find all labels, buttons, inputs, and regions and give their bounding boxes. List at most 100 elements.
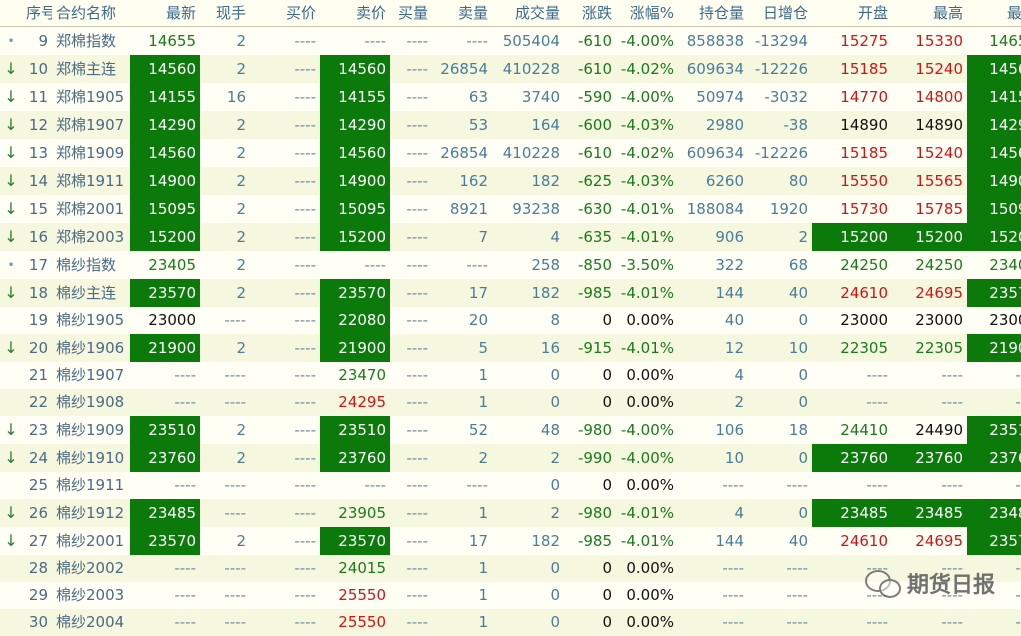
cell-ask-vol: 52 — [432, 416, 492, 444]
header-seq[interactable]: 序号 — [22, 0, 52, 27]
cell-open: 14890 — [812, 111, 892, 139]
cell-change-pct: -4.03% — [616, 167, 678, 195]
cell-change: -630 — [564, 195, 616, 223]
table-row[interactable]: ↓15郑棉2001150952----15095----892193238-63… — [0, 195, 1021, 223]
cell-bid: ---- — [250, 362, 320, 389]
cell-bid: ---- — [250, 195, 320, 223]
table-row[interactable]: ↓20棉纱1906219002----21900----516-915-4.01… — [0, 334, 1021, 362]
header-change-pct[interactable]: 涨幅% — [616, 0, 678, 27]
cell-ask-vol: 1 — [432, 389, 492, 416]
cell-oi-change: 2 — [748, 223, 812, 251]
cell-bid: ---- — [250, 609, 320, 636]
cell-high: 24250 — [892, 251, 967, 279]
cell-ask: 23470 — [320, 362, 390, 389]
cell-open: 15275 — [812, 27, 892, 56]
header-bid-vol[interactable]: 买量 — [390, 0, 432, 27]
header-high[interactable]: 最高 — [892, 0, 967, 27]
cell-ask-vol: 5 — [432, 334, 492, 362]
table-row[interactable]: ↓24棉纱1910237602----23760----22-990-4.00%… — [0, 444, 1021, 472]
cell-change-pct: 0.00% — [616, 389, 678, 416]
header-ask-vol[interactable]: 卖量 — [432, 0, 492, 27]
header-open[interactable]: 开盘 — [812, 0, 892, 27]
header-change[interactable]: 涨跌 — [564, 0, 616, 27]
header-volume[interactable]: 成交量 — [492, 0, 564, 27]
table-row[interactable]: ↓16郑棉2003152002----15200----74-635-4.01%… — [0, 223, 1021, 251]
cell-high: ---- — [892, 472, 967, 499]
header-low[interactable]: 最低 — [967, 0, 1021, 27]
table-row[interactable]: ↓23棉纱1909235102----23510----5248-980-4.0… — [0, 416, 1021, 444]
cell-open: 24610 — [812, 527, 892, 555]
header-cur-vol[interactable]: 现手 — [200, 0, 250, 27]
table-row[interactable]: 30棉纱2004------------25550----1000.00%---… — [0, 609, 1021, 636]
cell-ask-vol: 17 — [432, 279, 492, 307]
cell-low: 15200 — [967, 223, 1021, 251]
cell-ask-vol: 2 — [432, 444, 492, 472]
cell-name: 棉纱2004 — [52, 609, 130, 636]
cell-open-interest: 144 — [678, 527, 748, 555]
cell-oi-change: 40 — [748, 527, 812, 555]
header-open-interest[interactable]: 持仓量 — [678, 0, 748, 27]
table-row[interactable]: ↓10郑棉主连145602----14560----26854410228-61… — [0, 55, 1021, 83]
cell-high: ---- — [892, 609, 967, 636]
cell-seq: 19 — [22, 307, 52, 334]
cell-latest: 21900 — [130, 334, 200, 362]
cell-change: -635 — [564, 223, 616, 251]
cell-ask: 23510 — [320, 416, 390, 444]
table-row[interactable]: 25棉纱1911------------------------000.00%-… — [0, 472, 1021, 499]
table-row[interactable]: ↓18棉纱主连235702----23570----17182-985-4.01… — [0, 279, 1021, 307]
cell-name: 棉纱主连 — [52, 279, 130, 307]
cell-seq: 11 — [22, 83, 52, 111]
cell-volume: 182 — [492, 527, 564, 555]
cell-bid-vol: ---- — [390, 251, 432, 279]
cell-high: 15200 — [892, 223, 967, 251]
table-row[interactable]: ↓11郑棉19051415516----14155----633740-590-… — [0, 83, 1021, 111]
cell-oi-change: 10 — [748, 334, 812, 362]
cell-latest: 23405 — [130, 251, 200, 279]
cell-open: ---- — [812, 389, 892, 416]
table-row[interactable]: ↓27棉纱2001235702----23570----17182-985-4.… — [0, 527, 1021, 555]
table-row[interactable]: 21棉纱1907------------23470----1000.00%40-… — [0, 362, 1021, 389]
down-arrow-icon: ↓ — [4, 420, 17, 439]
row-mark-cell: ↓ — [0, 334, 22, 362]
cell-name: 棉纱1906 — [52, 334, 130, 362]
cell-name: 棉纱2003 — [52, 582, 130, 609]
cell-ask: 23570 — [320, 279, 390, 307]
table-row[interactable]: ↓14郑棉1911149002----14900----162182-625-4… — [0, 167, 1021, 195]
cell-seq: 22 — [22, 389, 52, 416]
cell-cur-vol: ---- — [200, 499, 250, 527]
row-mark-cell: ↓ — [0, 139, 22, 167]
cell-change-pct: -4.03% — [616, 111, 678, 139]
cell-change: -985 — [564, 527, 616, 555]
table-row[interactable]: ↓12郑棉1907142902----14290----53164-600-4.… — [0, 111, 1021, 139]
header-latest[interactable]: 最新 — [130, 0, 200, 27]
cell-seq: 25 — [22, 472, 52, 499]
table-row[interactable]: 22棉纱1908------------24295----1000.00%20-… — [0, 389, 1021, 416]
header-oi-change[interactable]: 日增仓 — [748, 0, 812, 27]
table-row[interactable]: ↓13郑棉1909145602----14560----26854410228-… — [0, 139, 1021, 167]
table-row[interactable]: •17棉纱指数234052----------------258-850-3.5… — [0, 251, 1021, 279]
cell-oi-change: 40 — [748, 279, 812, 307]
cell-open-interest: 12 — [678, 334, 748, 362]
cell-change: -990 — [564, 444, 616, 472]
cell-change: -610 — [564, 27, 616, 56]
cell-volume: 3740 — [492, 83, 564, 111]
header-ask[interactable]: 卖价 — [320, 0, 390, 27]
cell-name: 郑棉主连 — [52, 55, 130, 83]
header-name[interactable]: 合约名称 — [52, 0, 130, 27]
cell-seq: 20 — [22, 334, 52, 362]
cell-low: 21900 — [967, 334, 1021, 362]
cell-change: -980 — [564, 416, 616, 444]
cell-open: 23485 — [812, 499, 892, 527]
cell-oi-change: 1920 — [748, 195, 812, 223]
cell-bid-vol: ---- — [390, 55, 432, 83]
cell-cur-vol: ---- — [200, 555, 250, 582]
cell-ask-vol: 63 — [432, 83, 492, 111]
header-bid[interactable]: 买价 — [250, 0, 320, 27]
cell-high: 24695 — [892, 527, 967, 555]
cell-open: 24250 — [812, 251, 892, 279]
table-row[interactable]: ↓26棉纱191223485--------23905----12-980-4.… — [0, 499, 1021, 527]
table-row[interactable]: 19棉纱190523000--------22080----20800.00%4… — [0, 307, 1021, 334]
cell-name: 郑棉2001 — [52, 195, 130, 223]
table-row[interactable]: •9郑棉指数146552----------------505404-610-4… — [0, 27, 1021, 56]
cell-ask-vol: 1 — [432, 582, 492, 609]
